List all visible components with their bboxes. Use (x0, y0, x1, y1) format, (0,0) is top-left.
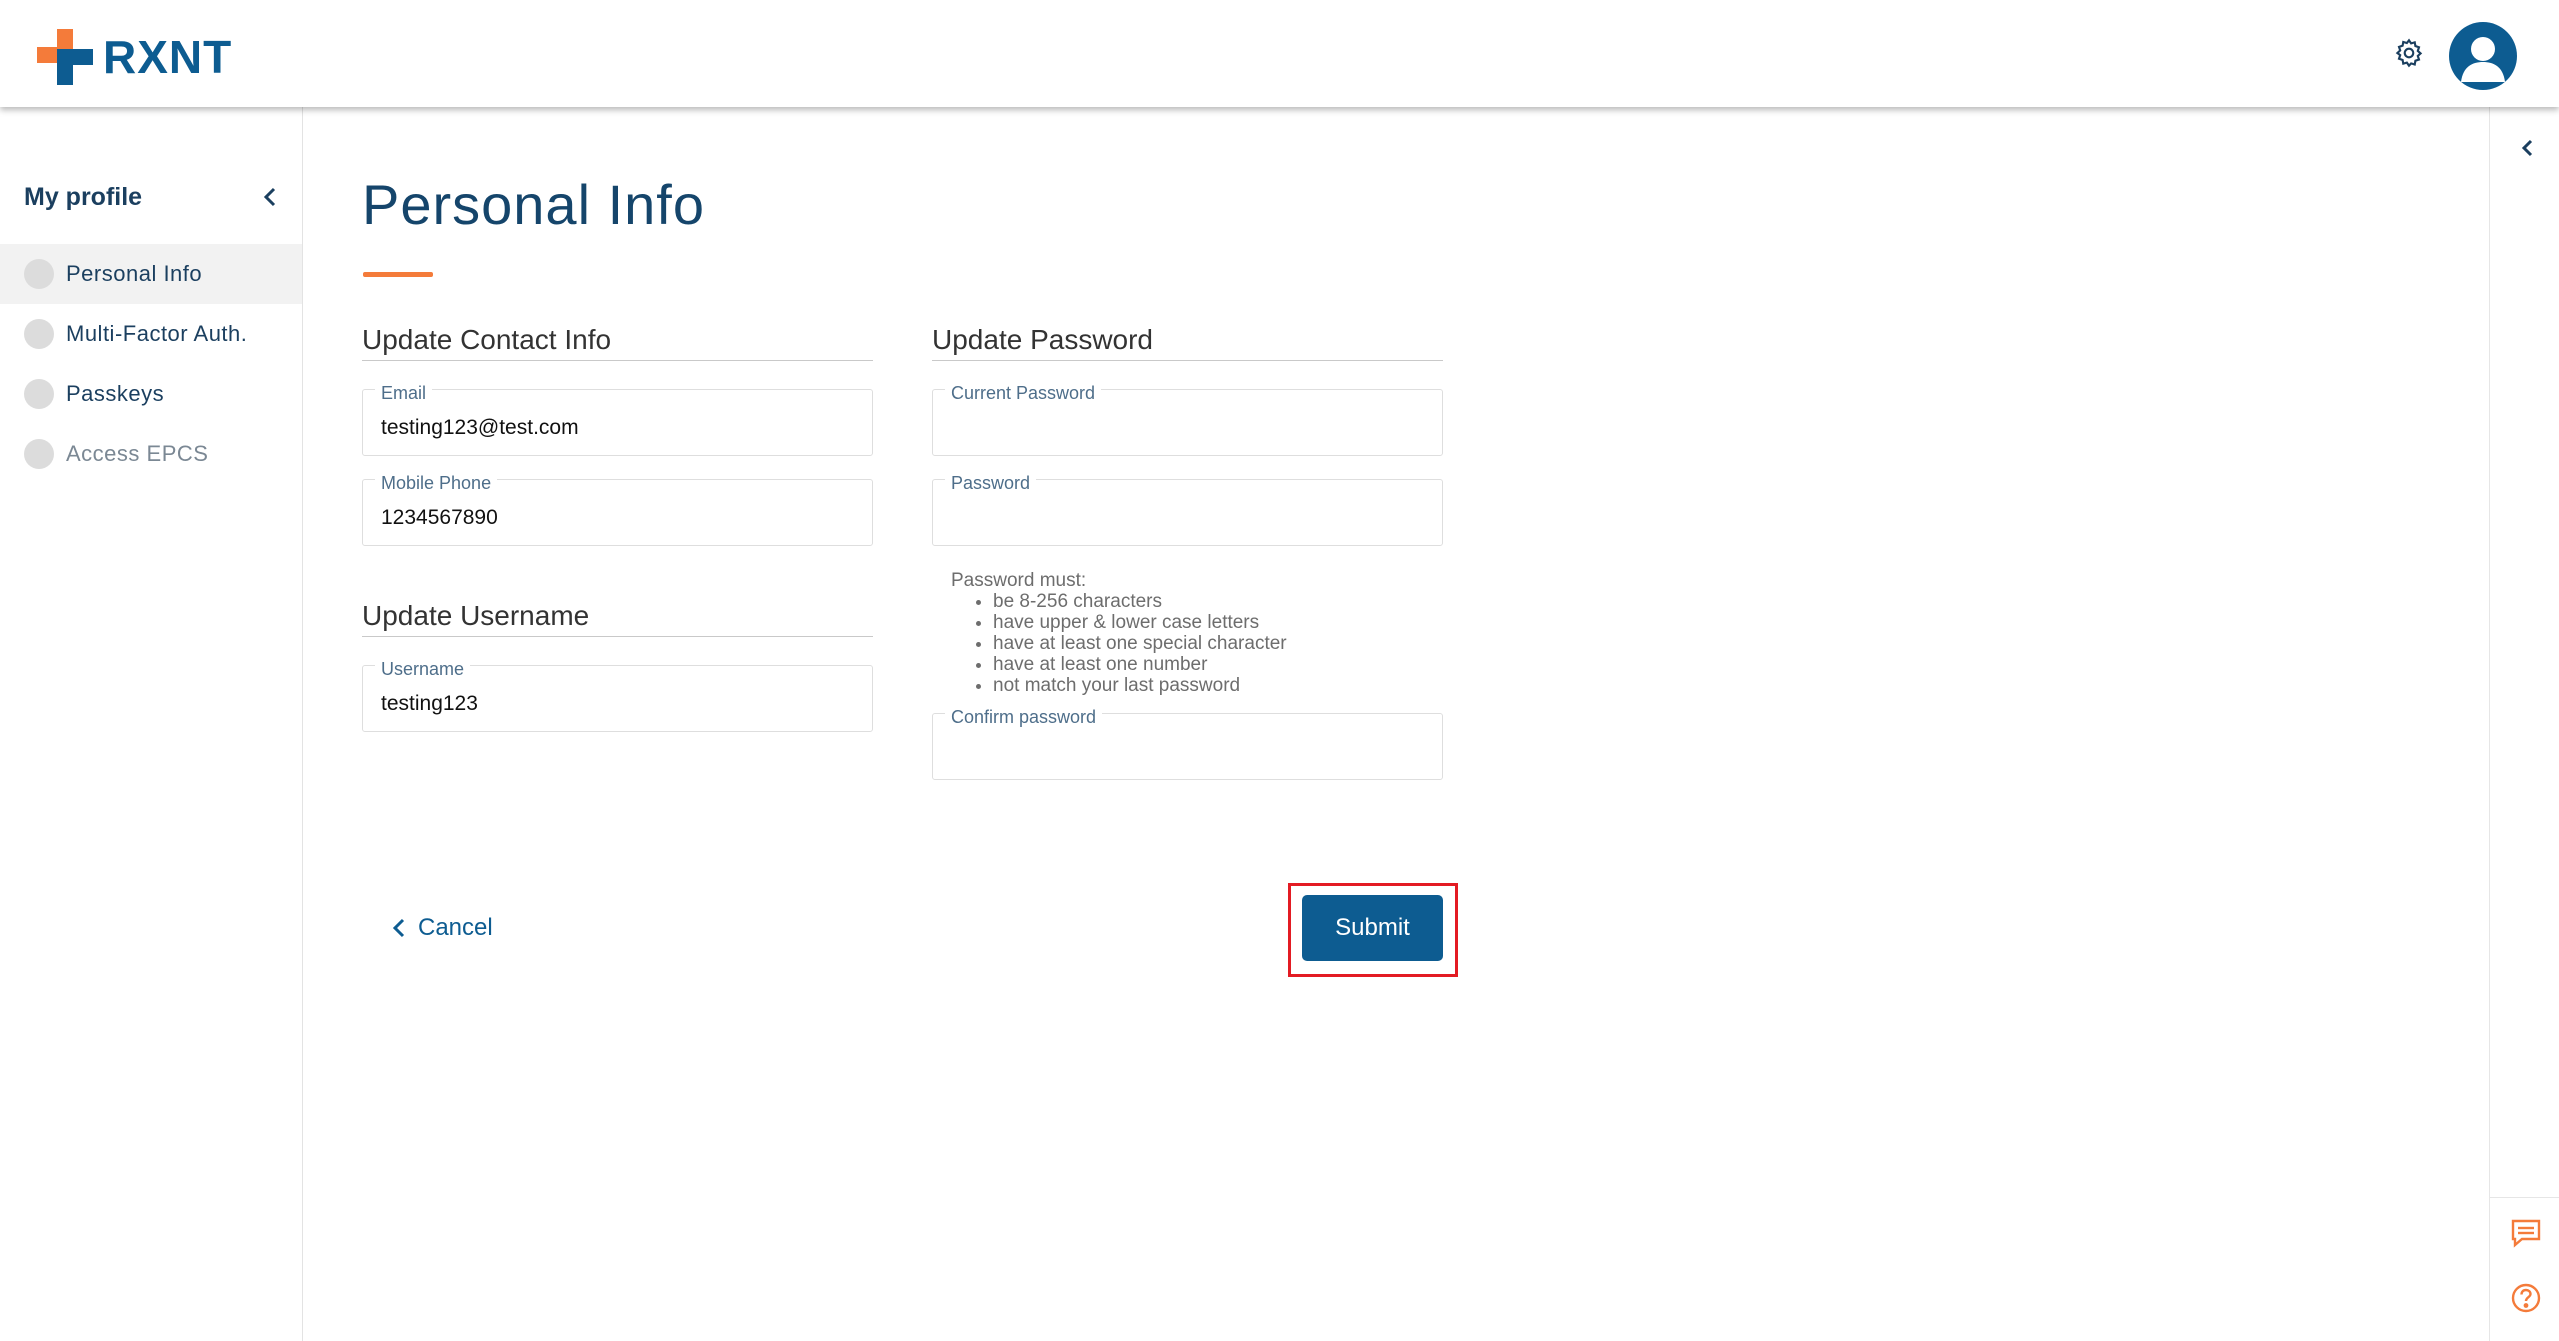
sidebar-header: My profile (24, 177, 284, 217)
confirm-password-field[interactable]: Confirm password (932, 707, 1443, 780)
current-password-label: Current Password (945, 383, 1102, 403)
logo-text: RXNT (103, 31, 233, 83)
sidebar-item-access-epcs[interactable]: Access EPCS (0, 424, 302, 484)
chevron-left-icon[interactable] (2512, 133, 2542, 163)
mobile-phone-label: Mobile Phone (375, 473, 498, 493)
email-label: Email (375, 383, 433, 403)
rail-divider (2490, 1197, 2559, 1198)
rxnt-logo[interactable]: RXNT (37, 28, 232, 86)
sidebar-item-multi-factor-auth[interactable]: Multi-Factor Auth. (0, 304, 302, 364)
profile-sidebar: My profile Personal Info Multi-Factor Au… (0, 107, 303, 1341)
right-rail (2489, 107, 2559, 1341)
status-dot-icon (24, 439, 54, 469)
top-header: RXNT (0, 0, 2559, 107)
password-rule: not match your last password (993, 675, 1287, 696)
sidebar-item-personal-info[interactable]: Personal Info (0, 244, 302, 304)
password-rule: have at least one number (993, 654, 1287, 675)
new-password-field[interactable]: Password (932, 473, 1443, 546)
cancel-label: Cancel (418, 914, 493, 941)
status-dot-icon (24, 379, 54, 409)
new-password-input[interactable] (951, 502, 1421, 534)
password-requirements: Password must: be 8-256 characters have … (951, 570, 1287, 696)
sidebar-title: My profile (24, 182, 143, 211)
user-avatar-icon[interactable] (2449, 22, 2517, 90)
password-rules-list: be 8-256 characters have upper & lower c… (993, 591, 1287, 696)
status-dot-icon (24, 319, 54, 349)
current-password-input[interactable] (951, 412, 1421, 444)
contact-section-title: Update Contact Info (362, 324, 873, 361)
sidebar-item-label: Personal Info (66, 261, 203, 286)
sidebar-item-passkeys[interactable]: Passkeys (0, 364, 302, 424)
page-title: Personal Info (362, 173, 705, 236)
username-input[interactable] (381, 688, 851, 720)
confirm-password-label: Confirm password (945, 707, 1103, 727)
status-dot-icon (24, 259, 54, 289)
cancel-button[interactable]: Cancel (392, 910, 493, 946)
sidebar-item-label: Multi-Factor Auth. (66, 321, 248, 346)
submit-button[interactable]: Submit (1302, 895, 1443, 961)
sidebar-item-label: Access EPCS (66, 441, 209, 466)
help-icon[interactable] (2508, 1280, 2544, 1316)
password-rules-heading: Password must: (951, 570, 1087, 591)
confirm-password-input[interactable] (951, 736, 1421, 768)
password-rule: have upper & lower case letters (993, 612, 1287, 633)
email-input[interactable] (381, 412, 851, 444)
gear-icon[interactable] (2392, 36, 2426, 70)
password-section-title: Update Password (932, 324, 1443, 361)
username-field[interactable]: Username (362, 659, 873, 732)
logo-cross-icon (37, 29, 93, 85)
mobile-phone-field[interactable]: Mobile Phone (362, 473, 873, 546)
username-label: Username (375, 659, 471, 679)
chat-icon[interactable] (2508, 1215, 2544, 1251)
sidebar-collapse-chevron-icon[interactable] (256, 183, 284, 211)
current-password-field[interactable]: Current Password (932, 383, 1443, 456)
title-underline (363, 272, 433, 277)
password-rule: have at least one special character (993, 633, 1287, 654)
new-password-label: Password (945, 473, 1037, 493)
mobile-phone-input[interactable] (381, 502, 851, 534)
chevron-left-icon (392, 918, 405, 938)
sidebar-item-label: Passkeys (66, 381, 165, 406)
email-field[interactable]: Email (362, 383, 873, 456)
password-rule: be 8-256 characters (993, 591, 1287, 612)
username-section-title: Update Username (362, 600, 873, 637)
